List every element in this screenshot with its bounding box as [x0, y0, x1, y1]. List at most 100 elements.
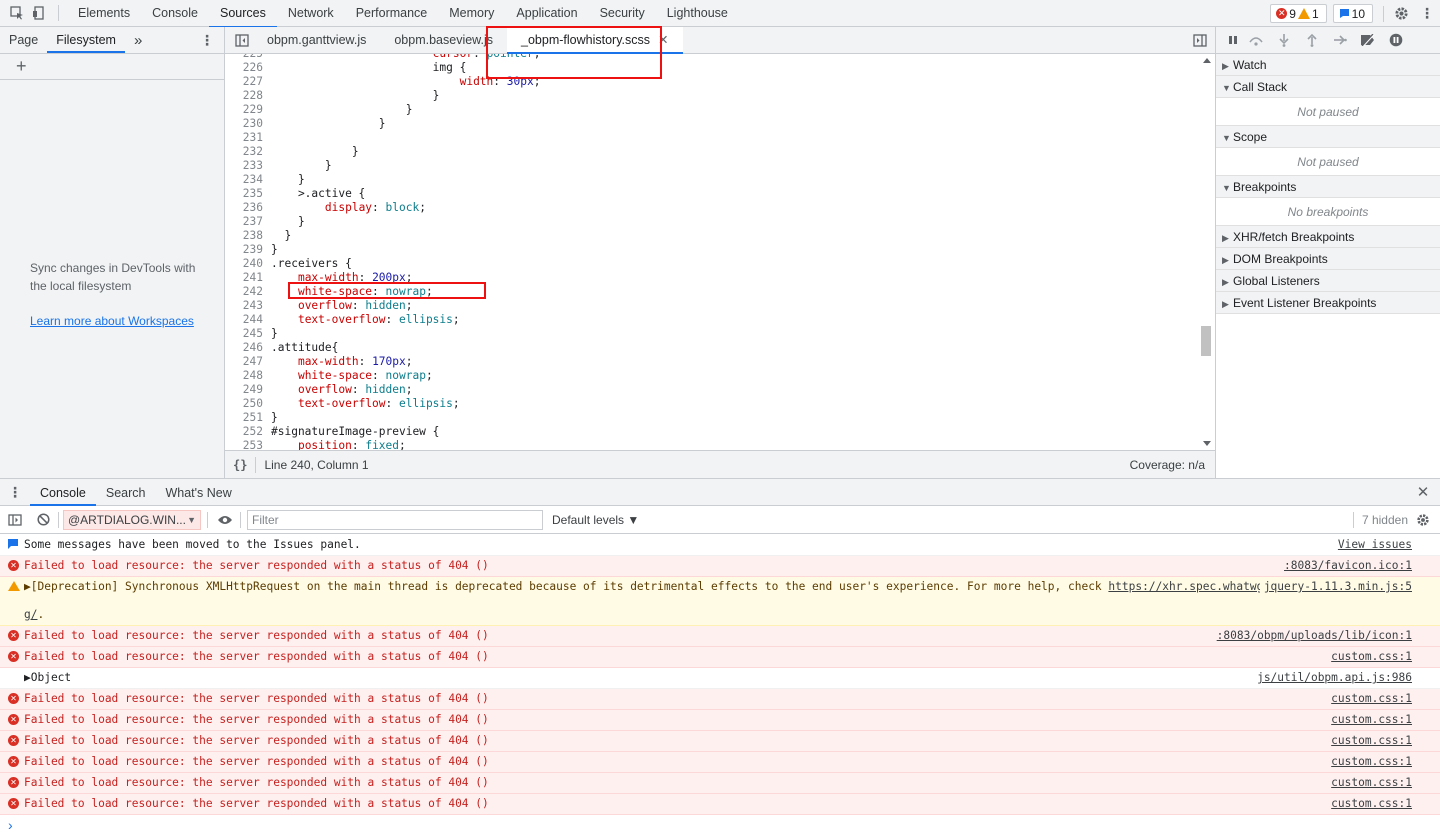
pane-header-call-stack[interactable]: ▼ Call Stack — [1216, 76, 1440, 98]
tab-console[interactable]: Console — [30, 479, 96, 506]
show-sidebar-icon[interactable] — [4, 507, 26, 533]
toggle-debugger-icon[interactable] — [1189, 27, 1211, 53]
tab-performance[interactable]: Performance — [345, 0, 439, 27]
line-number[interactable]: 238 — [225, 229, 263, 243]
tab-search[interactable]: Search — [96, 479, 156, 506]
pane-header-global-listeners[interactable]: ▶ Global Listeners — [1216, 270, 1440, 292]
line-number[interactable]: 239 — [225, 243, 263, 257]
line-number[interactable]: 242 — [225, 285, 263, 299]
line-number[interactable]: 237 — [225, 215, 263, 229]
line-number[interactable]: 248 — [225, 369, 263, 383]
line-number[interactable]: 251 — [225, 411, 263, 425]
gear-icon[interactable] — [1412, 507, 1434, 533]
pause-icon[interactable] — [1224, 27, 1242, 54]
line-number[interactable]: 233 — [225, 159, 263, 173]
pane-header-breakpoints[interactable]: ▼ Breakpoints — [1216, 176, 1440, 198]
code-editor[interactable]: 225 cursor: pointer;226 img {227 width: … — [225, 54, 1215, 450]
pane-header-scope[interactable]: ▼ Scope — [1216, 126, 1440, 148]
message-source-link[interactable]: View issues — [1338, 538, 1412, 552]
filter-input[interactable] — [247, 509, 543, 530]
line-number[interactable]: 249 — [225, 383, 263, 397]
line-number[interactable]: 229 — [225, 103, 263, 117]
line-number[interactable]: 234 — [225, 173, 263, 187]
line-number[interactable]: 236 — [225, 201, 263, 215]
tab-application[interactable]: Application — [505, 0, 588, 27]
tab-console[interactable]: Console — [141, 0, 209, 27]
more-options-icon[interactable]: ⋮ — [196, 27, 218, 53]
line-number[interactable]: 227 — [225, 75, 263, 89]
message-source-link[interactable]: custom.css:1 — [1331, 776, 1412, 790]
device-toolbar-icon[interactable] — [28, 0, 50, 26]
context-selector[interactable]: @ARTDIALOG.WIN... ▼ — [63, 509, 201, 530]
close-icon[interactable]: ✕ — [658, 33, 668, 47]
line-number[interactable]: 226 — [225, 61, 263, 75]
more-tabs-icon[interactable]: » — [125, 27, 151, 53]
eye-icon[interactable] — [214, 507, 236, 533]
add-folder-icon[interactable]: + — [16, 56, 27, 77]
more-options-icon[interactable]: ⋮ — [1414, 1, 1440, 27]
line-number[interactable]: 245 — [225, 327, 263, 341]
tab-page[interactable]: Page — [0, 27, 47, 53]
learn-workspaces-link[interactable]: Learn more about Workspaces — [30, 314, 194, 328]
message-source-link[interactable]: jquery-1.11.3.min.js:5 — [1259, 580, 1412, 594]
line-number[interactable]: 231 — [225, 131, 263, 145]
line-number[interactable]: 250 — [225, 397, 263, 411]
message-source-link[interactable]: custom.css:1 — [1331, 650, 1412, 664]
scroll-up-icon[interactable] — [1203, 58, 1211, 63]
message-source-link[interactable]: custom.css:1 — [1331, 755, 1412, 769]
message-source-link[interactable]: :8083/obpm/uploads/lib/icon:1 — [1217, 629, 1412, 643]
step-out-icon[interactable] — [1298, 27, 1326, 54]
tab-ganttview[interactable]: obpm.ganttview.js — [253, 27, 380, 54]
pause-on-exceptions-icon[interactable] — [1382, 27, 1410, 54]
tab-security[interactable]: Security — [589, 0, 656, 27]
message-source-link[interactable]: js/util/obpm.api.js:986 — [1257, 671, 1412, 685]
console-prompt[interactable]: › — [0, 815, 1440, 833]
line-number[interactable]: 230 — [225, 117, 263, 131]
tab-flowhistory[interactable]: _obpm-flowhistory.scss ✕ — [507, 26, 683, 54]
pane-header-event-listener-breakpoints[interactable]: ▶ Event Listener Breakpoints — [1216, 292, 1440, 314]
line-number[interactable]: 241 — [225, 271, 263, 285]
line-number[interactable]: 243 — [225, 299, 263, 313]
toggle-navigator-icon[interactable] — [231, 27, 253, 53]
tab-baseview[interactable]: obpm.baseview.js — [380, 27, 507, 54]
tab-filesystem[interactable]: Filesystem — [47, 27, 125, 53]
line-number[interactable]: 225 — [225, 54, 263, 61]
help-link[interactable]: https://xhr.spec.whatwg.or — [1108, 580, 1283, 593]
help-link-continued[interactable]: g/ — [24, 608, 37, 621]
message-source-link[interactable]: custom.css:1 — [1331, 692, 1412, 706]
message-source-link[interactable]: custom.css:1 — [1331, 713, 1412, 727]
clear-console-icon[interactable] — [32, 507, 54, 533]
close-drawer-icon[interactable]: ✕ — [1412, 479, 1434, 505]
tab-whats-new[interactable]: What's New — [155, 479, 241, 506]
message-source-link[interactable]: custom.css:1 — [1331, 734, 1412, 748]
gear-icon[interactable] — [1388, 1, 1414, 27]
object-expander[interactable]: ▶Object — [24, 671, 71, 684]
log-levels-dropdown[interactable]: Default levels ▼ — [552, 513, 639, 527]
step-into-icon[interactable] — [1270, 27, 1298, 54]
tab-elements[interactable]: Elements — [67, 0, 141, 27]
line-number[interactable]: 244 — [225, 313, 263, 327]
pretty-print-button[interactable]: {} — [233, 458, 247, 472]
tab-lighthouse[interactable]: Lighthouse — [656, 0, 739, 27]
drawer-menu-icon[interactable]: ⋮ — [4, 479, 26, 505]
tab-sources[interactable]: Sources — [208, 0, 277, 28]
scroll-down-icon[interactable] — [1203, 441, 1211, 446]
line-number[interactable]: 253 — [225, 439, 263, 450]
deactivate-breakpoints-icon[interactable] — [1354, 27, 1382, 54]
line-number[interactable]: 252 — [225, 425, 263, 439]
issue-counter[interactable]: ✕ 9 1 — [1270, 4, 1327, 23]
pane-header-watch[interactable]: ▶ Watch — [1216, 54, 1440, 76]
step-over-icon[interactable] — [1242, 27, 1270, 54]
issues-badge[interactable]: 10 — [1332, 4, 1373, 23]
line-number[interactable]: 247 — [225, 355, 263, 369]
pane-header-xhr-fetch-breakpoints[interactable]: ▶ XHR/fetch Breakpoints — [1216, 226, 1440, 248]
tab-network[interactable]: Network — [277, 0, 345, 27]
inspect-element-icon[interactable] — [6, 0, 28, 26]
line-number[interactable]: 228 — [225, 89, 263, 103]
line-number[interactable]: 240 — [225, 257, 263, 271]
scrollbar-thumb[interactable] — [1201, 326, 1211, 356]
message-source-link[interactable]: :8083/favicon.ico:1 — [1284, 559, 1412, 573]
line-number[interactable]: 235 — [225, 187, 263, 201]
line-number[interactable]: 232 — [225, 145, 263, 159]
vertical-scrollbar[interactable] — [1199, 54, 1215, 450]
